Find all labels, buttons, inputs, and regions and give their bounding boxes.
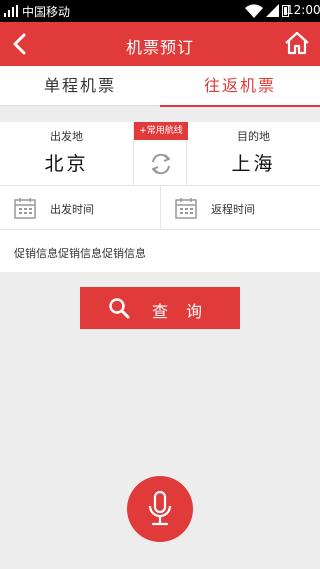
- common-routes-button[interactable]: +常用航线: [134, 122, 188, 140]
- search-button-label: 查询: [152, 302, 221, 321]
- departure-city: 北京: [44, 153, 89, 175]
- arrival-city-field[interactable]: 目的地 上海: [187, 122, 320, 186]
- microphone-icon: [148, 490, 172, 526]
- calendar-icon: [175, 198, 197, 219]
- signal-icon: [4, 5, 18, 17]
- status-bar: 中国移动 12:00: [0, 0, 320, 22]
- swap-column: +常用航线: [133, 122, 188, 186]
- app-header: 机票预订: [0, 22, 320, 66]
- departure-city-field[interactable]: 出发地 北京: [0, 122, 133, 186]
- cell-signal-icon: [266, 4, 279, 17]
- departure-label: 出发地: [50, 130, 83, 143]
- departure-date-label: 出发时间: [50, 203, 94, 216]
- return-date-field[interactable]: 返程时间: [160, 186, 320, 230]
- clock: 12:00: [286, 3, 320, 17]
- page-title: 机票预订: [125, 38, 194, 57]
- home-icon[interactable]: [284, 30, 310, 56]
- booking-panel: 出发地 北京 +常用航线 目的地 上海 出发时间 返程时间 促销信息促销信息促销…: [0, 122, 320, 272]
- dates-row: 出发时间 返程时间: [0, 186, 320, 230]
- search-button[interactable]: 查询: [80, 287, 240, 329]
- arrival-city: 上海: [231, 153, 276, 175]
- route-row: 出发地 北京 +常用航线 目的地 上海: [0, 122, 320, 186]
- tab-one-way[interactable]: 单程机票: [0, 66, 160, 106]
- departure-date-field[interactable]: 出发时间: [0, 186, 160, 230]
- carrier-name: 中国移动: [22, 5, 71, 19]
- calendar-icon: [14, 198, 36, 219]
- search-icon: [109, 298, 130, 319]
- trip-type-tabs: 单程机票 往返机票: [0, 66, 320, 107]
- voice-search-button[interactable]: [127, 476, 193, 542]
- arrival-label: 目的地: [237, 130, 270, 143]
- swap-icon[interactable]: [149, 152, 173, 176]
- promo-text[interactable]: 促销信息促销信息促销信息: [14, 245, 146, 261]
- return-date-label: 返程时间: [211, 203, 255, 216]
- wifi-icon: [245, 4, 263, 18]
- tab-round-trip[interactable]: 往返机票: [160, 66, 320, 107]
